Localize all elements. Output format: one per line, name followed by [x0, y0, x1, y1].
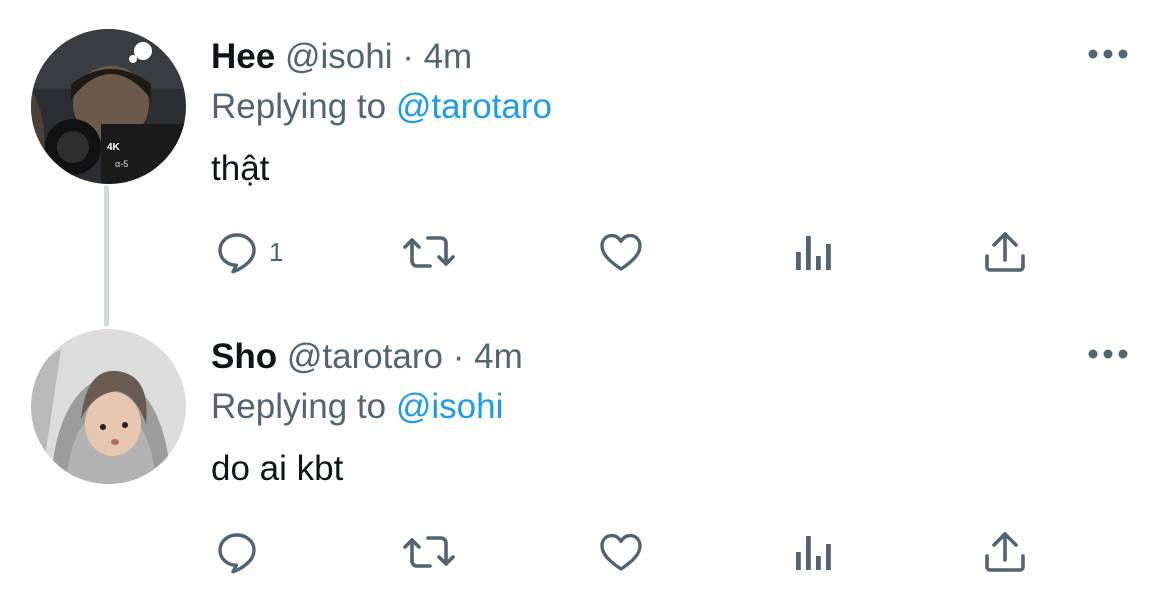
replying-to-label: Replying to — [211, 87, 387, 126]
timestamp[interactable]: 4m — [424, 37, 473, 76]
timestamp[interactable]: 4m — [474, 337, 523, 376]
reply-count: 1 — [269, 236, 284, 267]
retweet-button[interactable] — [402, 226, 464, 278]
reply-icon — [218, 233, 256, 274]
analytics-icon — [796, 236, 831, 270]
svg-text:α-5: α-5 — [115, 159, 128, 169]
more-icon — [1088, 349, 1128, 359]
analytics-icon — [796, 536, 831, 570]
retweet-icon — [403, 236, 455, 268]
tweet[interactable]: Sho @tarotaro · 4m Replying to @isohi do… — [0, 300, 1170, 600]
share-button[interactable] — [983, 226, 1027, 278]
reply-icon — [218, 533, 256, 574]
like-icon — [600, 533, 642, 571]
replying-to: Replying to @tarotaro — [211, 86, 552, 128]
reply-button[interactable] — [213, 526, 269, 578]
like-button[interactable] — [597, 526, 653, 578]
share-icon — [985, 532, 1025, 572]
more-icon — [1088, 49, 1128, 59]
avatar[interactable] — [31, 329, 186, 484]
more-options-button[interactable] — [1086, 42, 1130, 66]
reply-button[interactable]: 1 — [213, 226, 283, 278]
tweet[interactable]: 4K α-5 Hee @isohi · 4m Replying to @taro… — [0, 0, 1170, 300]
avatar[interactable]: 4K α-5 — [31, 29, 186, 184]
display-name[interactable]: Sho — [211, 337, 277, 376]
user-handle[interactable]: @tarotaro — [287, 337, 443, 376]
more-options-button[interactable] — [1086, 342, 1130, 366]
analytics-button[interactable] — [793, 226, 833, 278]
like-icon — [600, 233, 642, 271]
replying-to: Replying to @isohi — [211, 386, 503, 428]
tweet-text: thật — [211, 149, 270, 188]
svg-text:4K: 4K — [107, 142, 121, 153]
separator-dot: · — [402, 37, 414, 76]
tweet-header: Sho @tarotaro · 4m — [211, 336, 523, 378]
reply-mention-link[interactable]: @isohi — [396, 387, 504, 426]
analytics-button[interactable] — [793, 526, 833, 578]
share-button[interactable] — [983, 526, 1027, 578]
like-button[interactable] — [597, 226, 653, 278]
tweet-text: do ai kbt — [211, 449, 344, 488]
display-name[interactable]: Hee — [211, 37, 275, 76]
separator-dot: · — [452, 337, 465, 376]
reply-mention-link[interactable]: @tarotaro — [396, 87, 552, 126]
tweet-header: Hee @isohi · 4m — [211, 36, 472, 78]
replying-to-label: Replying to — [211, 387, 387, 426]
user-handle[interactable]: @isohi — [285, 37, 393, 76]
retweet-button[interactable] — [402, 526, 464, 578]
share-icon — [985, 232, 1025, 272]
retweet-icon — [403, 536, 455, 568]
